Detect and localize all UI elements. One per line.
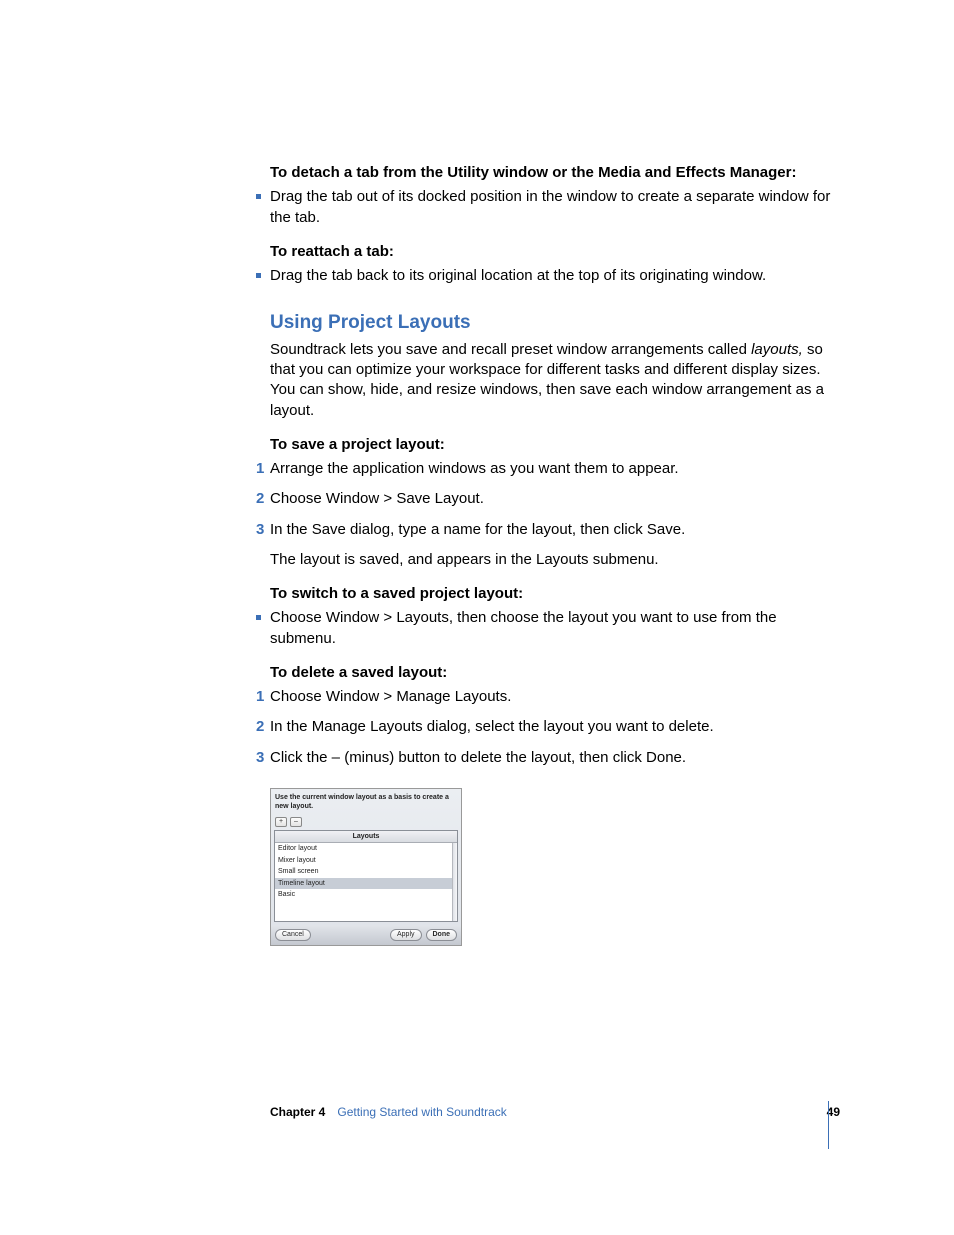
- section-title-using-project-layouts: Using Project Layouts: [270, 310, 840, 336]
- table-row[interactable]: Timeline layout: [275, 878, 457, 889]
- step-number: 1: [256, 459, 270, 479]
- dialog-instruction: Use the current window layout as a basis…: [274, 792, 458, 815]
- bullet-text: Drag the tab back to its original locati…: [270, 266, 766, 286]
- heading-switch-layout: To switch to a saved project layout:: [270, 584, 840, 604]
- page-content: To detach a tab from the Utility window …: [270, 163, 840, 946]
- bullet-text: Drag the tab out of its docked position …: [270, 187, 840, 228]
- dialog-footer: Cancel Apply Done: [271, 925, 461, 945]
- step-number: 3: [256, 520, 270, 540]
- table-row[interactable]: Mixer layout: [275, 855, 457, 866]
- step-text: In the Save dialog, type a name for the …: [270, 520, 685, 540]
- step-number: 3: [256, 748, 270, 768]
- section-intro: Soundtrack lets you save and recall pres…: [270, 340, 840, 421]
- list-item: Drag the tab back to its original locati…: [270, 266, 840, 286]
- step-text: Choose Window > Manage Layouts.: [270, 687, 511, 707]
- step-number: 2: [256, 717, 270, 737]
- steps-delete-layout: 1Choose Window > Manage Layouts. 2In the…: [270, 687, 840, 768]
- done-button[interactable]: Done: [426, 929, 458, 941]
- bullet-icon: [256, 194, 261, 199]
- list-item: 2Choose Window > Save Layout.: [270, 489, 840, 509]
- chapter-label: Chapter 4: [270, 1104, 325, 1120]
- list-item: 3In the Save dialog, type a name for the…: [270, 520, 840, 540]
- apply-button[interactable]: Apply: [390, 929, 422, 941]
- table-row[interactable]: Basic: [275, 889, 457, 900]
- step-number: 2: [256, 489, 270, 509]
- step-text: Click the – (minus) button to delete the…: [270, 748, 686, 768]
- save-result-text: The layout is saved, and appears in the …: [270, 550, 840, 570]
- step-text: In the Manage Layouts dialog, select the…: [270, 717, 714, 737]
- layouts-column-header: Layouts: [275, 831, 457, 843]
- add-layout-button[interactable]: +: [275, 817, 287, 827]
- list-item: 1Arrange the application windows as you …: [270, 459, 840, 479]
- bullet-list-reattach: Drag the tab back to its original locati…: [270, 266, 840, 286]
- step-text: Arrange the application windows as you w…: [270, 459, 679, 479]
- scrollbar[interactable]: [452, 843, 457, 921]
- heading-delete-layout: To delete a saved layout:: [270, 663, 840, 683]
- bullet-list-switch: Choose Window > Layouts, then choose the…: [270, 608, 840, 649]
- list-item: Drag the tab out of its docked position …: [270, 187, 840, 228]
- heading-detach-tab: To detach a tab from the Utility window …: [270, 163, 840, 183]
- bullet-list-detach: Drag the tab out of its docked position …: [270, 187, 840, 228]
- page-footer: Chapter 4 Getting Started with Soundtrac…: [270, 1104, 840, 1120]
- heading-save-layout: To save a project layout:: [270, 435, 840, 455]
- list-item: 3Click the – (minus) button to delete th…: [270, 748, 840, 768]
- step-number: 1: [256, 687, 270, 707]
- layouts-table: Layouts Editor layout Mixer layout Small…: [274, 830, 458, 922]
- bullet-icon: [256, 273, 261, 278]
- cancel-button[interactable]: Cancel: [275, 929, 311, 941]
- chapter-title: Getting Started with Soundtrack: [337, 1104, 506, 1120]
- dialog-add-remove-row: + –: [274, 815, 458, 830]
- bullet-icon: [256, 615, 261, 620]
- footer-divider: [828, 1101, 829, 1149]
- list-item: 2In the Manage Layouts dialog, select th…: [270, 717, 840, 737]
- intro-text-a: Soundtrack lets you save and recall pres…: [270, 341, 751, 358]
- table-row[interactable]: Small screen: [275, 866, 457, 877]
- remove-layout-button[interactable]: –: [290, 817, 302, 827]
- list-item: Choose Window > Layouts, then choose the…: [270, 608, 840, 649]
- steps-save-layout: 1Arrange the application windows as you …: [270, 459, 840, 540]
- heading-reattach-tab: To reattach a tab:: [270, 242, 840, 262]
- bullet-text: Choose Window > Layouts, then choose the…: [270, 608, 840, 649]
- intro-text-italic: layouts,: [751, 341, 803, 358]
- manage-layouts-dialog: Use the current window layout as a basis…: [270, 788, 462, 946]
- layouts-list: Editor layout Mixer layout Small screen …: [275, 843, 457, 921]
- list-item: 1Choose Window > Manage Layouts.: [270, 687, 840, 707]
- table-row[interactable]: Editor layout: [275, 843, 457, 854]
- step-text: Choose Window > Save Layout.: [270, 489, 484, 509]
